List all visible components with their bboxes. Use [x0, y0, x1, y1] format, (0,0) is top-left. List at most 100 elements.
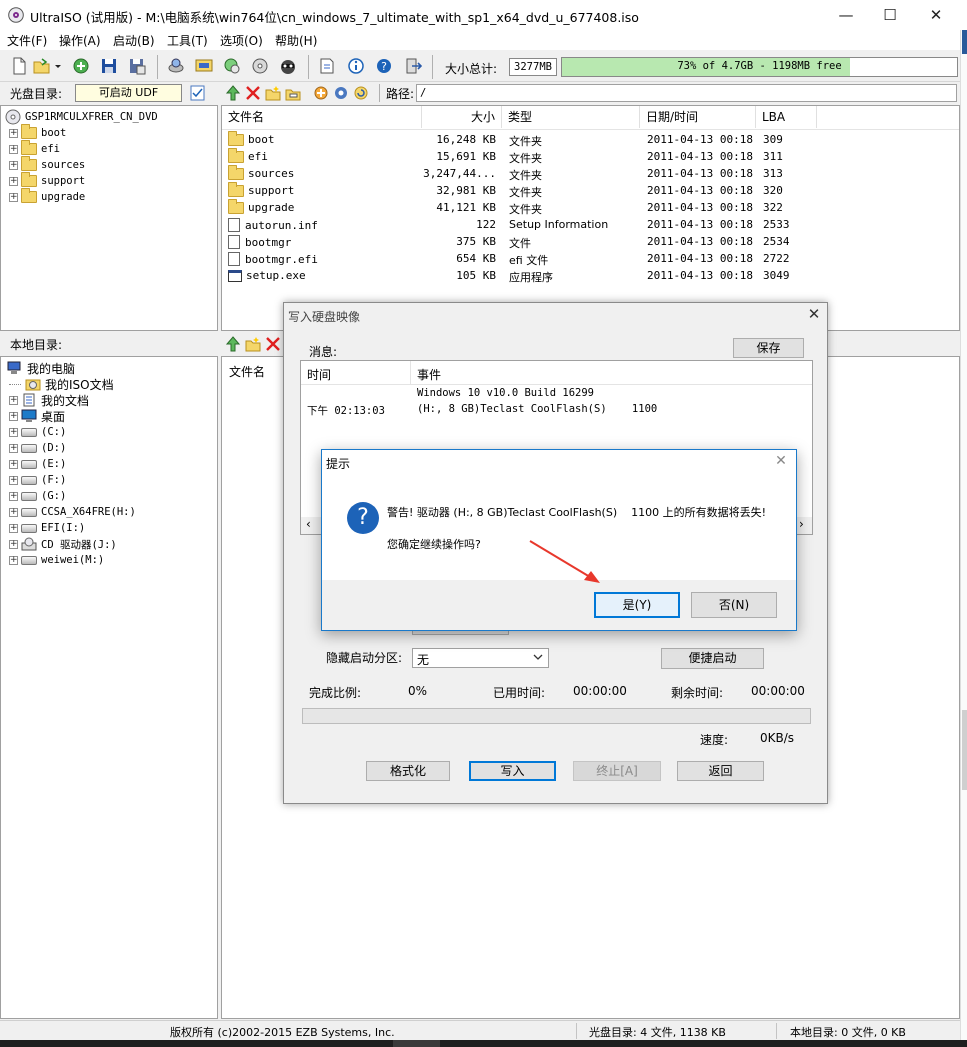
- menu-tools[interactable]: 工具(T): [167, 32, 208, 49]
- menu-options[interactable]: 选项(O): [220, 32, 263, 49]
- local-tree-item[interactable]: + (F:): [9, 472, 66, 488]
- expand-icon[interactable]: +: [9, 144, 18, 154]
- maximize-button[interactable]: ☐: [867, 0, 913, 30]
- virtual-drive-icon[interactable]: [279, 57, 297, 75]
- local-tree-item[interactable]: 我的ISO文档: [9, 376, 114, 392]
- confirm-dialog-close-button[interactable]: ✕: [770, 453, 792, 473]
- local-tree-item[interactable]: + weiwei(M:): [9, 552, 104, 568]
- options-icon[interactable]: [318, 57, 336, 75]
- local-tree-item[interactable]: + (D:): [9, 440, 66, 456]
- expand-icon[interactable]: +: [9, 507, 18, 517]
- burn-cd-icon[interactable]: [251, 57, 269, 75]
- edge-scroll-thumb[interactable]: [962, 710, 967, 790]
- expand-icon[interactable]: +: [9, 395, 18, 405]
- save-log-button[interactable]: 保存: [733, 338, 804, 358]
- expand-icon[interactable]: +: [9, 443, 18, 453]
- column-header-size[interactable]: 大小: [422, 106, 502, 128]
- save-icon[interactable]: [100, 57, 118, 75]
- menu-bootable[interactable]: 启动(B): [113, 32, 155, 49]
- expand-icon[interactable]: +: [9, 523, 18, 533]
- expand-icon[interactable]: +: [9, 459, 18, 469]
- quick-boot-button[interactable]: 便捷启动: [661, 648, 764, 669]
- expand-icon[interactable]: +: [9, 160, 18, 170]
- new-icon[interactable]: [10, 57, 28, 75]
- yes-button[interactable]: 是(Y): [594, 592, 680, 618]
- local-tree-item[interactable]: + (C:): [9, 424, 66, 440]
- iso-tree-item[interactable]: + support: [9, 172, 85, 189]
- local-tree-item[interactable]: + 我的文档: [9, 392, 89, 408]
- hide-partition-select[interactable]: 无: [412, 648, 549, 668]
- file-row[interactable]: upgrade 41,121 KB 文件夹 2011-04-13 00:18 322: [222, 198, 958, 217]
- make-cd-image-icon[interactable]: [167, 57, 185, 75]
- expand-icon[interactable]: +: [9, 176, 18, 186]
- menu-help[interactable]: 帮助(H): [275, 32, 317, 49]
- log-column-time[interactable]: 时间: [307, 366, 331, 383]
- local-tree-item[interactable]: + 桌面: [9, 408, 65, 424]
- refresh-icon[interactable]: [353, 85, 369, 101]
- column-header-name[interactable]: 文件名: [222, 106, 422, 128]
- boot-type-field[interactable]: 可启动 UDF: [75, 84, 182, 102]
- menu-file[interactable]: 文件(F): [7, 32, 47, 49]
- mount-virtual-drive-icon[interactable]: [195, 57, 213, 75]
- file-row[interactable]: support 32,981 KB 文件夹 2011-04-13 00:18 320: [222, 181, 958, 200]
- local-tree-item[interactable]: + (G:): [9, 488, 66, 504]
- column-header-type[interactable]: 类型: [502, 106, 640, 128]
- column-header-date[interactable]: 日期/时间: [640, 106, 756, 128]
- rename-icon[interactable]: [285, 85, 301, 101]
- extract-icon[interactable]: [72, 57, 90, 75]
- close-button[interactable]: ✕: [913, 0, 959, 30]
- file-row[interactable]: bootmgr.efi 654 KB efi 文件 2011-04-13 00:18 2…: [222, 251, 958, 268]
- expand-icon[interactable]: +: [9, 555, 18, 565]
- scroll-left-icon[interactable]: ‹: [306, 517, 311, 531]
- local-up-folder-icon[interactable]: [225, 336, 241, 352]
- delete-icon[interactable]: [245, 85, 261, 101]
- expand-icon[interactable]: +: [9, 427, 18, 437]
- minimize-button[interactable]: —: [823, 0, 869, 30]
- expand-icon[interactable]: +: [9, 491, 18, 501]
- local-delete-icon[interactable]: [265, 336, 281, 352]
- menu-actions[interactable]: 操作(A): [59, 32, 101, 49]
- format-button[interactable]: 格式化: [366, 761, 450, 781]
- file-row[interactable]: efi 15,691 KB 文件夹 2011-04-13 00:18 311: [222, 147, 958, 166]
- file-row[interactable]: sources 3,247,44... 文件夹 2011-04-13 00:18 313: [222, 164, 958, 183]
- open-icon[interactable]: [33, 57, 51, 75]
- local-tree-item[interactable]: + CCSA_X64FRE(H:): [9, 504, 136, 520]
- log-column-event[interactable]: 事件: [417, 366, 441, 383]
- iso-tree-root[interactable]: GSP1RMCULXFRER_CN_DVD: [5, 109, 158, 125]
- exit-icon[interactable]: [404, 57, 422, 75]
- local-column-header-name[interactable]: 文件名: [229, 363, 265, 380]
- add-files-icon[interactable]: [313, 85, 329, 101]
- file-row[interactable]: setup.exe 105 KB 应用程序 2011-04-13 00:18 3049: [222, 268, 958, 285]
- local-tree-item[interactable]: + CD 驱动器(J:): [9, 536, 117, 552]
- expand-icon[interactable]: +: [9, 475, 18, 485]
- write-dialog-close-button[interactable]: ✕: [804, 305, 824, 325]
- info-icon[interactable]: [347, 57, 365, 75]
- local-tree-item[interactable]: + EFI(I:): [9, 520, 85, 536]
- iso-tree-item[interactable]: + efi: [9, 140, 60, 157]
- write-button[interactable]: 写入: [469, 761, 556, 781]
- expand-icon[interactable]: +: [9, 128, 18, 138]
- file-row[interactable]: boot 16,248 KB 文件夹 2011-04-13 00:18 309: [222, 130, 958, 149]
- save-as-icon[interactable]: [128, 57, 146, 75]
- up-folder-icon[interactable]: [225, 85, 241, 101]
- local-new-folder-icon[interactable]: [245, 336, 261, 352]
- iso-tree-item[interactable]: + sources: [9, 156, 85, 173]
- expand-icon[interactable]: +: [9, 192, 18, 202]
- settings-gear-icon[interactable]: [333, 85, 349, 101]
- open-dropdown-icon[interactable]: [54, 57, 62, 75]
- compress-iso-icon[interactable]: [223, 57, 241, 75]
- new-folder-icon[interactable]: [265, 85, 281, 101]
- expand-icon[interactable]: +: [9, 411, 18, 421]
- local-tree-item[interactable]: 我的电脑: [7, 360, 75, 376]
- help-icon[interactable]: ?: [375, 57, 393, 75]
- path-field[interactable]: /: [416, 84, 957, 102]
- local-tree-item[interactable]: + (E:): [9, 456, 66, 472]
- iso-tree-item[interactable]: + boot: [9, 124, 66, 141]
- iso-tree-item[interactable]: + upgrade: [9, 188, 85, 205]
- expand-icon[interactable]: +: [9, 539, 18, 549]
- back-button[interactable]: 返回: [677, 761, 764, 781]
- file-row[interactable]: bootmgr 375 KB 文件 2011-04-13 00:18 2534: [222, 234, 958, 251]
- file-row[interactable]: autorun.inf 122 Setup Information 2011-04-1…: [222, 217, 958, 234]
- properties-icon[interactable]: [190, 85, 206, 101]
- column-header-lba[interactable]: LBA: [756, 106, 817, 128]
